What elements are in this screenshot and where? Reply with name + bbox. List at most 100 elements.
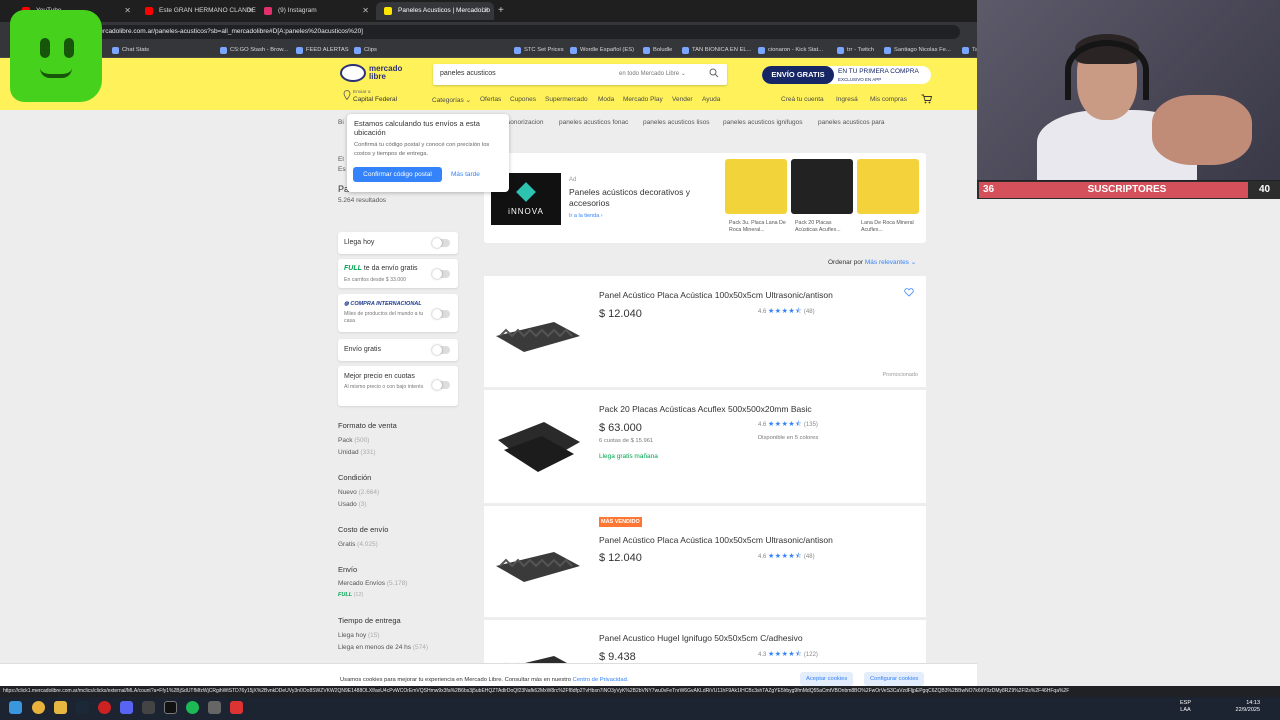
breadcrumb-fragment[interactable]: Bi xyxy=(338,119,344,126)
nav-mercado-play[interactable]: Mercado Play xyxy=(623,96,663,103)
filter-option[interactable]: FULL (12) xyxy=(338,592,363,598)
close-icon[interactable]: ✕ xyxy=(247,2,254,20)
filter-arrives-today[interactable]: Llega hoy xyxy=(338,232,458,254)
product-card[interactable]: Pack 20 Placas Acústicas Acuflex 500x500… xyxy=(484,390,926,504)
steam-icon[interactable] xyxy=(76,701,89,714)
nav-supermarket[interactable]: Supermercado xyxy=(545,96,588,103)
new-tab-button[interactable]: + xyxy=(498,2,510,20)
related-search[interactable]: paneles acusticos lisos xyxy=(643,119,709,126)
file-explorer-icon[interactable] xyxy=(54,701,67,714)
mercadolibre-logo[interactable]: mercado libre xyxy=(340,64,410,86)
accept-cookies-button[interactable]: Aceptar cookies xyxy=(800,672,854,686)
sort-control[interactable]: Ordenar por Más relevantes ⌄ xyxy=(828,258,916,266)
language-indicator[interactable]: ESP LAA xyxy=(1180,700,1191,714)
nav-fashion[interactable]: Moda xyxy=(598,96,614,103)
bookmark-item[interactable]: STC Set Prices xyxy=(514,44,564,56)
app-icon[interactable] xyxy=(230,701,243,714)
nav-coupons[interactable]: Cupones xyxy=(510,96,536,103)
nav-sell[interactable]: Vender xyxy=(672,96,693,103)
filter-option[interactable]: Usado (3) xyxy=(338,501,367,508)
store-link[interactable]: Ir a la tienda › xyxy=(569,213,603,219)
app-icon[interactable] xyxy=(208,701,221,714)
product-title[interactable]: Panel Acustico Hugel Ignifugo 50x50x5cm … xyxy=(599,633,803,643)
bookmark-item[interactable]: Boludle xyxy=(643,44,672,56)
close-icon[interactable]: ✕ xyxy=(362,2,369,20)
ad-product[interactable]: Pack 3u. Placa Lana De Roca Mineral... xyxy=(725,159,787,239)
bookmark-item[interactable]: Santiago Nicolas Fe... xyxy=(884,44,951,56)
cart-icon[interactable] xyxy=(921,94,932,104)
filter-full-free-shipping[interactable]: FULL te da envío gratis En carritos desd… xyxy=(338,259,458,288)
tab-video[interactable]: Este GRAN HERMANO CLANDE ✕ xyxy=(137,2,259,20)
filter-best-installments[interactable]: Mejor precio en cuotas Al mismo precio o… xyxy=(338,366,458,406)
bookmark-item[interactable]: trr - Twitch xyxy=(837,44,874,56)
related-search[interactable]: paneles acusticos para xyxy=(818,119,885,126)
product-title[interactable]: Pack 20 Placas Acústicas Acuflex 500x500… xyxy=(599,404,812,414)
app-icon[interactable] xyxy=(98,701,111,714)
tab-mercadolibre[interactable]: Paneles Acusticos | MercadoLib ✕ xyxy=(376,2,494,20)
nav-offers[interactable]: Ofertas xyxy=(480,96,501,103)
filter-international[interactable]: ◍ COMPRA INTERNACIONAL Miles de producto… xyxy=(338,294,458,332)
configure-cookies-button[interactable]: Configurar cookies xyxy=(864,672,925,686)
toggle-switch[interactable] xyxy=(432,309,450,319)
ad-product[interactable]: Pack 20 Placas Acústicas Acuflex... xyxy=(791,159,853,239)
address-bar[interactable]: mercadolibre.com.ar/paneles-acusticos?sb… xyxy=(60,25,960,39)
login-link[interactable]: Ingresá xyxy=(836,96,858,103)
close-icon[interactable]: ✕ xyxy=(482,2,489,20)
toggle-switch[interactable] xyxy=(432,238,450,248)
privacy-center-link[interactable]: Centro de Privacidad. xyxy=(573,677,629,683)
discord-icon[interactable] xyxy=(120,701,133,714)
bookmark-item[interactable]: Chat Stats xyxy=(112,44,149,56)
search-scope-select[interactable]: en todo Mercado Libre ⌄ xyxy=(619,70,686,77)
toggle-switch[interactable] xyxy=(432,269,450,279)
chrome-icon[interactable] xyxy=(32,701,45,714)
heart-icon[interactable] xyxy=(904,288,914,297)
filter-option[interactable]: Llega en menos de 24 hs (574) xyxy=(338,644,428,651)
create-account-link[interactable]: Creá tu cuenta xyxy=(781,96,824,103)
product-card[interactable]: Panel Acústico Placa Acústica 100x50x5cm… xyxy=(484,276,926,388)
system-clock[interactable]: 14:13 22/9/2025 xyxy=(1226,700,1260,714)
promo-banner[interactable]: ENVÍO GRATIS EN TU PRIMERA COMPRA EXCLUS… xyxy=(762,66,931,84)
filter-label-text: COMPRA INTERNACIONAL xyxy=(350,301,422,307)
filter-option[interactable]: Llega hoy (15) xyxy=(338,632,380,639)
filter-free-shipping[interactable]: Envío gratis xyxy=(338,339,458,361)
bookmark-item[interactable]: Wordle Español (ES) xyxy=(570,44,634,56)
nav-help[interactable]: Ayuda xyxy=(702,96,720,103)
related-search[interactable]: sonorizacion xyxy=(507,119,544,126)
app-icon[interactable] xyxy=(142,701,155,714)
related-search[interactable]: paneles acusticos fonac xyxy=(559,119,628,126)
close-icon[interactable]: ✕ xyxy=(124,2,131,20)
product-title[interactable]: Panel Acústico Placa Acústica 100x50x5cm… xyxy=(599,535,833,545)
delivery-location[interactable]: Enviar a Capital Federal xyxy=(343,90,413,106)
related-search[interactable]: paneles acusticos ignifugos xyxy=(723,119,803,126)
filter-option[interactable]: Pack (500) xyxy=(338,437,369,444)
search-box[interactable]: paneles acusticos en todo Mercado Libre … xyxy=(433,64,727,85)
product-title[interactable]: Panel Acústico Placa Acústica 100x50x5cm… xyxy=(599,290,833,300)
confirm-postal-code-button[interactable]: Confirmar código postal xyxy=(353,167,442,182)
bookmark-item[interactable]: TAN BIONICA EN EL... xyxy=(682,44,752,56)
search-input[interactable]: paneles acusticos xyxy=(440,70,496,77)
bookmark-item[interactable]: CS:GO Stash - Brow... xyxy=(220,44,288,56)
cookie-message: Usamos cookies para mejorar tu experienc… xyxy=(340,677,572,683)
nav-categories[interactable]: Categorías ⌄ xyxy=(432,96,471,104)
terminal-icon[interactable] xyxy=(164,701,177,714)
filter-option[interactable]: Gratis (4.025) xyxy=(338,541,378,548)
my-purchases-link[interactable]: Mis compras xyxy=(870,96,907,103)
bookmark-item[interactable]: cionaron - Kick Stat... xyxy=(758,44,823,56)
search-icon[interactable] xyxy=(709,68,719,78)
toggle-switch[interactable] xyxy=(432,380,450,390)
tab-instagram[interactable]: (9) Instagram ✕ xyxy=(256,2,374,20)
ad-product[interactable]: Lana De Roca Mineral Acuflex... xyxy=(857,159,919,239)
bookmark-item[interactable]: Ta xyxy=(962,44,977,56)
bookmark-item[interactable]: Clips xyxy=(354,44,377,56)
filter-option[interactable]: Mercado Envíos (5.178) xyxy=(338,580,407,587)
filter-option[interactable]: Unidad (331) xyxy=(338,449,376,456)
mascot-mouth xyxy=(40,68,72,78)
spotify-icon[interactable] xyxy=(186,701,199,714)
windows-start-icon[interactable] xyxy=(9,701,22,714)
bookmark-item[interactable]: FEED ALERTAS xyxy=(296,44,349,56)
product-card[interactable]: MÁS VENDIDO Panel Acústico Placa Acústic… xyxy=(484,506,926,618)
toggle-switch[interactable] xyxy=(432,345,450,355)
later-button[interactable]: Más tarde xyxy=(451,167,480,182)
filter-option[interactable]: Nuevo (2.664) xyxy=(338,489,379,496)
sponsored-brand-ad[interactable]: iNNOVA Ad Paneles acústicos decorativos … xyxy=(484,153,926,243)
